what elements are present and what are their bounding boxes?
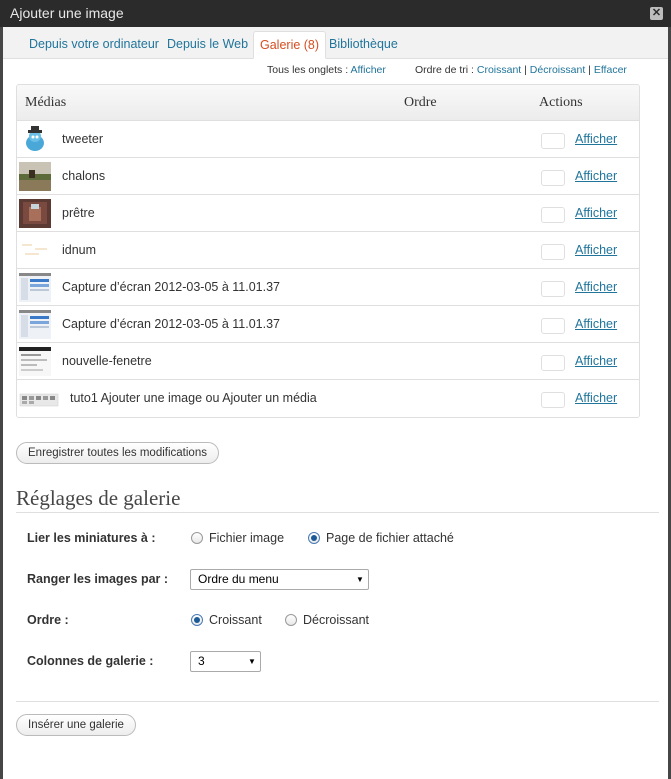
order-descending-radio[interactable]	[285, 614, 297, 626]
all-tabs-bar: Tous les onglets : Afficher	[267, 64, 386, 76]
table-row: chalons Afficher	[17, 158, 639, 195]
sort-ascending-link[interactable]: Croissant	[477, 64, 521, 76]
table-header: Médias Ordre Actions	[17, 85, 639, 121]
window-titlebar: Ajouter une image ✕	[0, 0, 671, 27]
order-by-label: Ranger les images par :	[27, 572, 169, 586]
table-row: Capture d’écran 2012-03-05 à 11.01.37 Af…	[17, 269, 639, 306]
gallery-settings-title: Réglages de galerie	[16, 486, 181, 510]
tab-from-computer[interactable]: Depuis votre ordinateur	[23, 31, 165, 59]
sort-descending-link[interactable]: Décroissant	[530, 64, 585, 76]
media-title: idnum	[62, 243, 97, 257]
order-input[interactable]	[541, 281, 565, 297]
show-link[interactable]: Afficher	[575, 391, 617, 405]
order-input[interactable]	[541, 133, 565, 149]
close-icon[interactable]: ✕	[650, 7, 663, 20]
column-header-actions: Actions	[539, 95, 583, 110]
columns-label: Colonnes de galerie :	[27, 654, 154, 668]
section-divider	[16, 701, 659, 702]
media-title: Capture d’écran 2012-03-05 à 11.01.37	[62, 317, 280, 331]
order-by-value: Ordre du menu	[198, 572, 279, 586]
sort-order-bar: Ordre de tri : Croissant | Décroissant |…	[415, 64, 627, 76]
show-link[interactable]: Afficher	[575, 354, 617, 368]
table-row: idnum Afficher	[17, 232, 639, 269]
show-link[interactable]: Afficher	[575, 206, 617, 220]
table-row: tweeter Afficher	[17, 121, 639, 158]
screenshot-thumbnail-icon	[19, 310, 51, 339]
link-thumbs-label: Lier les miniatures à :	[27, 531, 156, 545]
dropdown-arrow-icon: ▼	[248, 657, 256, 666]
media-dialog-panel: Depuis votre ordinateur Depuis le Web Ga…	[3, 27, 668, 779]
window-title: Ajouter une image	[10, 5, 124, 21]
all-tabs-label: Tous les onglets :	[267, 64, 349, 76]
table-row: prêtre Afficher	[17, 195, 639, 232]
table-row: nouvelle-fenetre Afficher	[17, 343, 639, 380]
section-divider	[16, 512, 659, 513]
order-label: Ordre :	[27, 613, 69, 627]
link-attachment-page-label: Page de fichier attaché	[326, 531, 454, 545]
link-image-file-label: Fichier image	[209, 531, 285, 545]
insert-gallery-button[interactable]: Insérer une galerie	[16, 714, 136, 736]
sort-separator: |	[588, 64, 591, 76]
columns-value: 3	[198, 654, 205, 668]
show-link[interactable]: Afficher	[575, 169, 617, 183]
bird-thumbnail-icon	[26, 126, 44, 151]
order-input[interactable]	[541, 355, 565, 371]
order-ascending-radio[interactable]	[191, 614, 203, 626]
order-ascending-label: Croissant	[209, 613, 262, 627]
order-input[interactable]	[541, 244, 565, 260]
dropdown-arrow-icon: ▼	[356, 575, 364, 584]
sort-order-label: Ordre de tri :	[415, 64, 474, 76]
show-link[interactable]: Afficher	[575, 280, 617, 294]
order-input[interactable]	[541, 392, 565, 408]
link-image-file-radio[interactable]	[191, 532, 203, 544]
link-attachment-page-radio[interactable]	[308, 532, 320, 544]
table-row: tuto1 Ajouter une image ou Ajouter un mé…	[17, 380, 639, 417]
show-link[interactable]: Afficher	[575, 243, 617, 257]
columns-select[interactable]: 3 ▼	[190, 651, 261, 672]
media-title: Capture d’écran 2012-03-05 à 11.01.37	[62, 280, 280, 294]
sort-separator: |	[524, 64, 527, 76]
tab-gallery[interactable]: Galerie (8)	[253, 31, 327, 59]
save-all-button[interactable]: Enregistrer toutes les modifications	[16, 442, 219, 464]
column-header-order: Ordre	[404, 95, 437, 110]
order-descending-label: Décroissant	[303, 613, 369, 627]
media-title: nouvelle-fenetre	[62, 354, 152, 368]
media-title: chalons	[62, 169, 106, 183]
media-title: tuto1 Ajouter une image ou Ajouter un mé…	[70, 391, 317, 405]
show-link[interactable]: Afficher	[575, 317, 617, 331]
show-link[interactable]: Afficher	[575, 132, 617, 146]
order-input[interactable]	[541, 170, 565, 186]
column-header-media: Médias	[25, 95, 67, 110]
media-title: tweeter	[62, 132, 103, 146]
order-by-select[interactable]: Ordre du menu ▼	[190, 569, 369, 590]
graphic-thumbnail-icon	[19, 236, 51, 265]
media-title: prêtre	[62, 206, 95, 220]
order-input[interactable]	[541, 207, 565, 223]
order-input[interactable]	[541, 318, 565, 334]
table-row: Capture d’écran 2012-03-05 à 11.01.37 Af…	[17, 306, 639, 343]
tab-from-web[interactable]: Depuis le Web	[161, 31, 254, 59]
sort-clear-link[interactable]: Effacer	[594, 64, 627, 76]
portrait-thumbnail-icon	[19, 199, 51, 228]
tab-bar: Depuis votre ordinateur Depuis le Web Ga…	[3, 27, 668, 59]
all-tabs-show-link[interactable]: Afficher	[350, 64, 385, 76]
toolbar-thumbnail-icon	[19, 384, 59, 413]
landscape-thumbnail-icon	[19, 162, 51, 191]
tab-library[interactable]: Bibliothèque	[323, 31, 404, 59]
media-table: Médias Ordre Actions tweeter Afficher ch…	[16, 84, 640, 418]
screenshot-thumbnail-icon	[19, 273, 51, 302]
window-thumbnail-icon	[19, 347, 51, 376]
